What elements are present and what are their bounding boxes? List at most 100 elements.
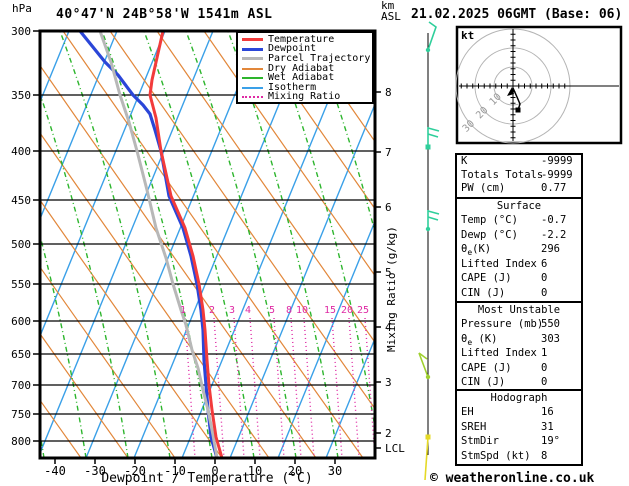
legend-swatch bbox=[242, 86, 263, 89]
panel-row-value: 19° bbox=[541, 435, 560, 447]
copyright: © weatheronline.co.uk bbox=[430, 471, 595, 486]
panel-row-label: CAPE (J) bbox=[461, 361, 512, 374]
panel-row-value: 303 bbox=[541, 332, 560, 345]
panel-row-label: CIN (J) bbox=[461, 376, 506, 388]
most-unstable-panel-title: Most Unstable bbox=[477, 304, 561, 316]
panel-row-value: -9999 bbox=[541, 155, 573, 167]
legend-swatch bbox=[242, 57, 263, 61]
panel-row: Lifted Index 6 bbox=[457, 257, 581, 272]
pressure-tick-label: 500 bbox=[11, 238, 31, 251]
hodograph-trace-marker bbox=[515, 107, 521, 113]
legend-item: Mixing Ratio bbox=[242, 91, 372, 103]
altitude-axis-unit: km ASL bbox=[381, 0, 401, 22]
hodograph-panel-table: Hodograph EH 16 SREH 31 StmDir 19° StmSpd (kt)… bbox=[455, 389, 583, 466]
panel-row: EH 16 bbox=[457, 405, 581, 420]
km-tick-label: 2 bbox=[385, 427, 392, 440]
pressure-tick-label: 650 bbox=[11, 348, 31, 361]
panel-row-label: Lifted Index bbox=[461, 257, 537, 270]
surface-panel-title: Surface bbox=[496, 200, 542, 212]
panel-row-value: 6 bbox=[541, 257, 548, 270]
panel-row-label: θe(K) bbox=[461, 243, 492, 258]
indices-panel: K -9999 Totals Totals -9999 PW (cm) 0.77 bbox=[455, 153, 583, 199]
hodograph-panel: 102030kt bbox=[455, 25, 623, 145]
pressure-tick-label: 450 bbox=[11, 194, 31, 207]
wind-barb bbox=[427, 216, 439, 221]
surface-panel: Surface Temp (°C) -0.7 Dewp (°C) -2.2 θe(K) 2… bbox=[455, 197, 583, 303]
mixing-ratio-value-label: 8 bbox=[286, 305, 292, 316]
panel-row-label: EH bbox=[461, 406, 474, 418]
panel-row: CIN (J) 0 bbox=[457, 286, 581, 301]
panel-row: Pressure (mb) 550 bbox=[457, 317, 581, 332]
panel-row-label: K bbox=[461, 155, 468, 167]
panel-row: StmSpd (kt) 8 bbox=[457, 449, 581, 464]
skewt-sounding-app: 300 350 400 450 500 550 600 650 700 750 800 -40 -30-… bbox=[0, 0, 629, 486]
panel-row-value: 8 bbox=[541, 449, 548, 462]
panel-row: θe(K) 296 bbox=[457, 242, 581, 257]
pressure-tick-label: 700 bbox=[11, 379, 31, 392]
hodograph-unit-label: kt bbox=[461, 29, 474, 42]
panel-row: StmDir 19° bbox=[457, 434, 581, 449]
pressure-axis-unit: hPa bbox=[12, 2, 32, 15]
panel-row-value: 0 bbox=[541, 361, 548, 374]
asl-label: ASL bbox=[381, 10, 401, 23]
wind-barb-marker bbox=[425, 374, 431, 380]
hodograph-border bbox=[455, 25, 623, 145]
wind-barb-marker bbox=[425, 434, 431, 440]
panel-row-value: 0 bbox=[541, 286, 548, 299]
panel-row-value: 1 bbox=[541, 347, 548, 359]
panel-row-label: Dewp (°C) bbox=[461, 228, 518, 241]
wind-barb bbox=[424, 436, 429, 481]
legend-swatch bbox=[242, 77, 263, 80]
mixing-ratio-line bbox=[290, 317, 302, 458]
pressure-tick-label: 800 bbox=[11, 435, 31, 448]
panel-row: Lifted Index 1 bbox=[457, 346, 581, 361]
panel-row-label: CIN (J) bbox=[461, 286, 506, 299]
panel-row-value: 296 bbox=[541, 243, 560, 255]
km-tick-label: 8 bbox=[385, 86, 392, 99]
legend-swatch bbox=[242, 47, 263, 51]
panel-row-label: Lifted Index bbox=[461, 347, 537, 359]
panel-row-value: 31 bbox=[541, 420, 554, 433]
panel-row-label: CAPE (J) bbox=[461, 272, 512, 284]
panel-row-label: PW (cm) bbox=[461, 182, 506, 194]
panel-row-label: StmDir bbox=[461, 435, 499, 447]
panel-row-value: -0.7 bbox=[541, 214, 567, 226]
pressure-tick-label: 550 bbox=[11, 278, 31, 291]
legend-item-label: Mixing Ratio bbox=[268, 91, 341, 103]
panel-row: K -9999 bbox=[457, 155, 581, 169]
wind-barb-marker bbox=[425, 144, 431, 150]
panel-row-value: 0 bbox=[541, 272, 548, 284]
run-datetime-title: 21.02.2025 06GMT (Base: 06) bbox=[411, 7, 623, 22]
panel-row: Dewp (°C) -2.2 bbox=[457, 228, 581, 243]
panel-row: Temp (°C) -0.7 bbox=[457, 213, 581, 228]
pressure-tick-label: 600 bbox=[11, 315, 31, 328]
mixing-ratio-value-label: 15 bbox=[324, 305, 336, 316]
mixing-ratio-line bbox=[331, 317, 343, 458]
km-tick-label: 6 bbox=[385, 201, 392, 214]
wind-barb bbox=[427, 133, 439, 138]
panel-row: SREH 31 bbox=[457, 420, 581, 435]
panel-row-value: -9999 bbox=[541, 168, 573, 181]
panel-row: CIN (J) 0 bbox=[457, 375, 581, 389]
km-tick-label: 3 bbox=[385, 376, 392, 389]
panel-row: Totals Totals -9999 bbox=[457, 169, 581, 183]
pressure-tick-label: 400 bbox=[11, 145, 31, 158]
wind-barb bbox=[427, 21, 437, 51]
wind-barb bbox=[427, 210, 440, 215]
mixing-ratio-value-label: 1 bbox=[180, 305, 186, 316]
wind-barb-column bbox=[418, 21, 440, 481]
panel-row-label: Temp (°C) bbox=[461, 214, 518, 226]
legend-swatch bbox=[242, 96, 263, 99]
pressure-tick-label: 300 bbox=[11, 25, 31, 38]
temperature-axis-label: Dewpoint / Temperature (°C) bbox=[101, 471, 313, 486]
wind-barb-marker bbox=[425, 47, 431, 53]
panel-row-value: 0.77 bbox=[541, 182, 567, 194]
mixing-ratio-value-label: 4 bbox=[245, 305, 251, 316]
panel-row-label: StmSpd (kt) bbox=[461, 449, 531, 462]
panel-row: θe (K) 303 bbox=[457, 332, 581, 347]
panel-row-label: SREH bbox=[461, 420, 487, 433]
most-unstable-panel: Most Unstable Pressure (mb) 550 θe (K) 303 L… bbox=[455, 301, 583, 391]
mixing-ratio-value-label: 20 bbox=[341, 305, 353, 316]
mixing-ratio-value-label: 2 bbox=[209, 305, 215, 316]
mixing-ratio-value-label: 25 bbox=[357, 305, 369, 316]
